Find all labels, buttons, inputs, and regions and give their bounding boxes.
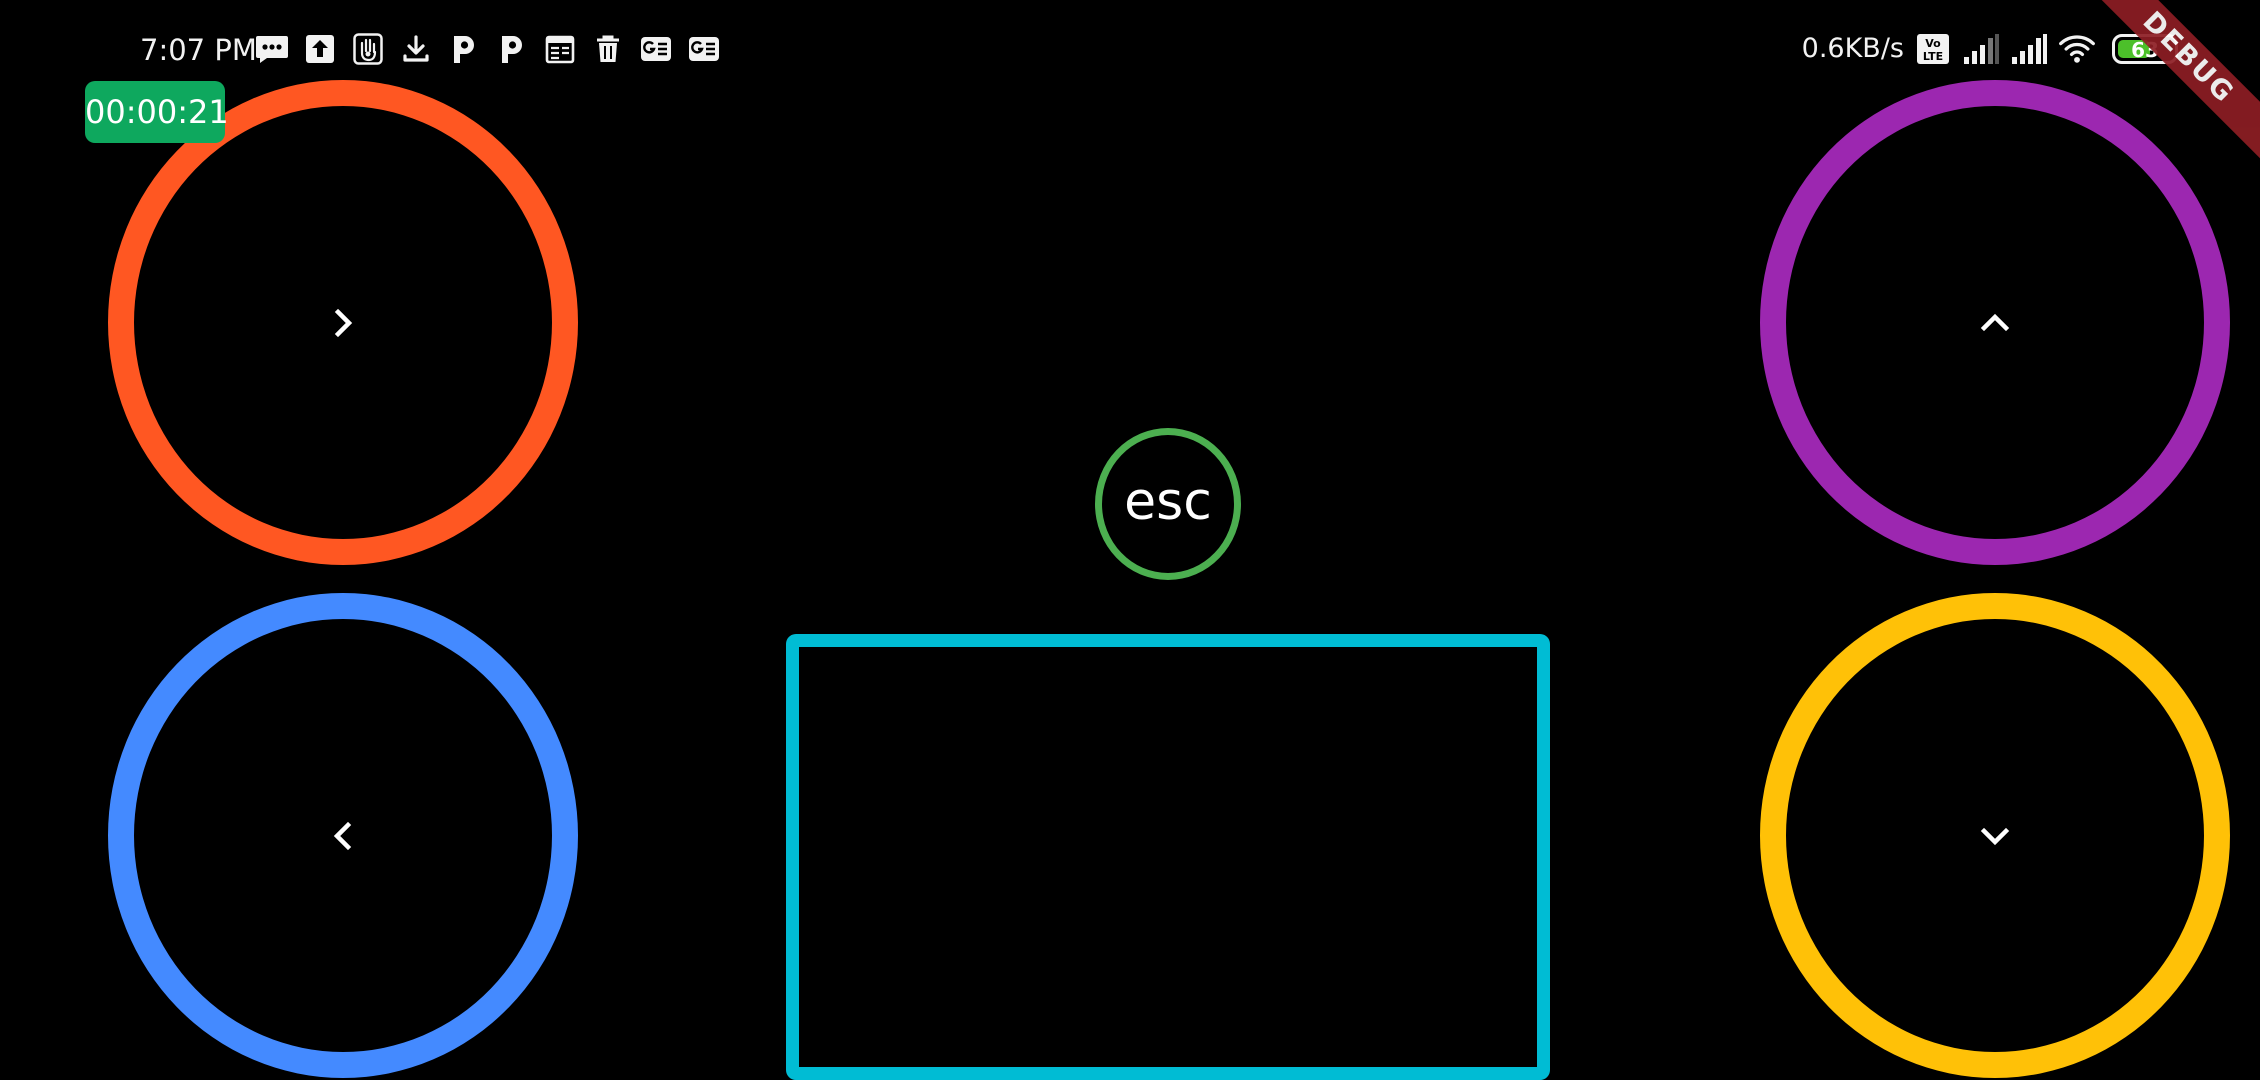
network-speed: 0.6KB/s [1801,33,1904,64]
system-status-icons: 0.6KB/s Vo LTE 63 [1802,30,2178,68]
signal-icon [2010,30,2048,68]
calendar-icon [542,31,578,67]
svg-text:Vo: Vo [1925,37,1941,50]
upload-arrow-icon [302,31,338,67]
up-arrow-button[interactable] [1760,80,2230,565]
g-news-icon [686,31,722,67]
message-dots-icon [254,31,290,67]
chevron-up-icon [1980,313,2010,331]
g-news-icon [638,31,674,67]
chevron-left-icon [333,821,352,850]
right-arrow-button[interactable] [108,80,578,565]
p-app-icon [494,31,530,67]
esc-label: esc [1124,472,1212,532]
chevron-down-icon [1980,827,2010,845]
hand-icon [350,31,386,67]
volte-icon: Vo LTE [1914,30,1952,68]
esc-button[interactable]: esc [1095,428,1241,580]
status-time: 7:07 PM [140,33,257,67]
down-arrow-button[interactable] [1760,593,2230,1078]
signal-icon [1962,30,2000,68]
remote-control-screen: 7:07 PM 0.6KB/s Vo LTE 63 DEBUG 00:00:21… [0,0,2260,1080]
svg-text:LTE: LTE [1923,50,1943,63]
elapsed-timer: 00:00:21 [85,81,229,143]
notification-icons [254,31,722,67]
wifi-icon [2058,30,2096,68]
touchpad-area[interactable] [786,634,1550,1080]
chevron-right-icon [334,308,353,337]
p-app-icon [446,31,482,67]
trash-icon [590,31,626,67]
download-arrow-icon [398,31,434,67]
left-arrow-button[interactable] [108,593,578,1078]
